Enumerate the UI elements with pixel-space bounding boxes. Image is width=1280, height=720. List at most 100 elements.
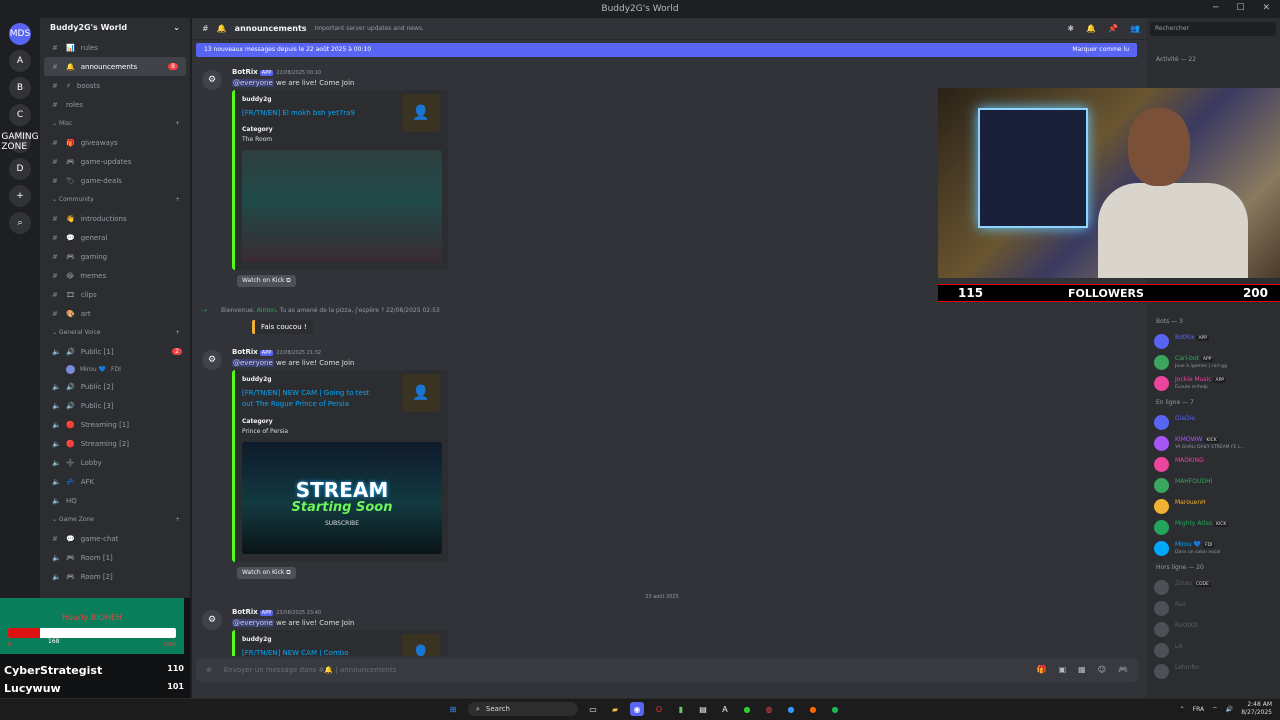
sticker-icon[interactable]: ▦ <box>1078 665 1086 674</box>
voice-channel[interactable]: 🔈 🔴 Streaming [2] <box>40 434 190 453</box>
voice-channel[interactable]: 🔈 🔊 Public [1] 2 <box>40 342 190 361</box>
task-view-icon[interactable]: ▭ <box>586 702 600 716</box>
voice-channel[interactable]: 🔈 🔊 Public [3] <box>40 396 190 415</box>
server-icon[interactable]: D <box>9 158 31 180</box>
chevron-up-icon[interactable]: ⌃ <box>1180 706 1185 713</box>
voice-channel[interactable]: 🔈 🔴 Streaming [1] <box>40 415 190 434</box>
text-channel[interactable]: # 💬 game-chat <box>40 529 190 548</box>
embed-image[interactable] <box>242 150 442 262</box>
tray-lang[interactable]: FRA <box>1193 706 1204 713</box>
message-composer[interactable]: ⊕ Envoyer un message dans #🔔 | announcem… <box>196 658 1138 682</box>
text-channel[interactable]: # 💬 general <box>40 228 190 247</box>
add-channel-icon[interactable]: + <box>175 196 180 203</box>
member-row[interactable]: Carl-bot APP Joue à /games | carl.gg <box>1154 353 1278 373</box>
text-channel[interactable]: # 😂 memes <box>40 266 190 285</box>
bot-avatar[interactable]: ⚙ <box>202 610 222 630</box>
member-row[interactable]: MAHFOUDHI <box>1154 476 1278 496</box>
member-row[interactable]: Raz <box>1154 599 1278 619</box>
text-channel[interactable]: # ⚡ boosts <box>40 76 190 95</box>
member-row[interactable]: MADKING <box>1154 455 1278 475</box>
app-icon[interactable]: ● <box>740 702 754 716</box>
server-icon[interactable]: C <box>9 104 31 126</box>
watch-on-kick-button[interactable]: Watch on Kick ⧉ <box>237 567 296 579</box>
voice-channel[interactable]: 🔈 🔊 Public [2] <box>40 377 190 396</box>
voice-channel[interactable]: 🔈 🎮 Room [1] <box>40 548 190 567</box>
embed-author[interactable]: buddy2g <box>242 96 272 103</box>
watch-on-kick-button[interactable]: Watch on Kick ⧉ <box>237 275 296 287</box>
clock[interactable]: 2:48 AM 8/27/2025 <box>1241 701 1272 717</box>
taskbar-search[interactable]: ⌕ Search <box>468 702 578 716</box>
member-row[interactable]: MarouenH <box>1154 497 1278 517</box>
text-channel[interactable]: # 🔔 announcements 8 <box>44 57 186 76</box>
embed-title-link[interactable]: [FR/TN/EN] El mokh bsh yet7ra9 <box>242 108 372 119</box>
search-input[interactable]: Rechercher <box>1150 22 1276 36</box>
category-header[interactable]: ⌄ General Voice + <box>40 323 190 342</box>
embed-title-link[interactable]: [FR/TN/EN] NEW CAM | Combo Horror & <box>242 648 372 656</box>
app-icon[interactable]: ▤ <box>696 702 710 716</box>
text-channel[interactable]: # 🎞 clips <box>40 285 190 304</box>
add-channel-icon[interactable]: + <box>175 120 180 127</box>
message-input[interactable]: Envoyer un message dans #🔔 | announcemen… <box>224 666 396 674</box>
opera-icon[interactable]: O <box>652 702 666 716</box>
member-list-icon[interactable]: 👥 <box>1130 24 1140 33</box>
pin-icon[interactable]: 📌 <box>1108 24 1118 33</box>
app-icon[interactable]: ▮ <box>674 702 688 716</box>
file-explorer-icon[interactable]: ▰ <box>608 702 622 716</box>
server-icon[interactable]: MDS <box>9 23 31 45</box>
embed-author[interactable]: buddy2g <box>242 376 272 383</box>
mention[interactable]: @everyone <box>232 359 274 367</box>
message-author[interactable]: BotRix <box>232 68 258 76</box>
server-icon[interactable]: B <box>9 77 31 99</box>
bot-avatar[interactable]: ⚙ <box>202 350 222 370</box>
text-channel[interactable]: # 👋 introductions <box>40 209 190 228</box>
text-channel[interactable]: # roles <box>40 95 190 114</box>
category-header[interactable]: ⌄ Game Zone + <box>40 510 190 529</box>
gif-icon[interactable]: ▣ <box>1059 665 1067 674</box>
volume-icon[interactable]: 🔊 <box>1226 706 1233 713</box>
wifi-icon[interactable]: ⌔ <box>1212 705 1218 713</box>
minimize-button[interactable]: ─ <box>1213 3 1218 13</box>
message-author[interactable]: BotRix <box>232 348 258 356</box>
discord-app-icon[interactable]: ◉ <box>630 702 644 716</box>
wave-button[interactable]: Fais coucou ! <box>252 320 313 334</box>
embed-title-link[interactable]: [FR/TN/EN] NEW CAM | Going to test out T… <box>242 388 372 410</box>
category-header[interactable]: ⌄ Misc + <box>40 114 190 133</box>
mention[interactable]: @everyone <box>232 79 274 87</box>
member-row[interactable]: KIMOWW KICK YA GHALI DAILY STREAM FE L... <box>1154 434 1278 454</box>
voice-channel[interactable]: 🔈 💤 AFK <box>40 472 190 491</box>
server-icon[interactable]: A <box>9 50 31 72</box>
member-row[interactable]: Mighty Atlas KICK <box>1154 518 1278 538</box>
apps-icon[interactable]: 🎮 <box>1118 665 1128 674</box>
maximize-button[interactable]: ☐ <box>1236 3 1244 13</box>
text-channel[interactable]: # 🎁 giveaways <box>40 133 190 152</box>
message-author[interactable]: BotRix <box>232 608 258 616</box>
text-channel[interactable]: # 🎮 game-updates <box>40 152 190 171</box>
mark-read-button[interactable]: Marquer comme lu <box>1072 46 1129 54</box>
emoji-icon[interactable]: ☺ <box>1098 665 1106 674</box>
member-row[interactable]: RoOtKit <box>1154 620 1278 640</box>
notification-bell-icon[interactable]: 🔔 <box>1086 24 1096 33</box>
member-row[interactable]: GlaDie <box>1154 413 1278 433</box>
new-messages-banner[interactable]: 13 nouveaux messages depuis le 22 août 2… <box>196 43 1137 57</box>
gift-icon[interactable]: 🎁 <box>1037 665 1047 674</box>
threads-icon[interactable]: ✱ <box>1067 24 1074 33</box>
server-header[interactable]: Buddy2G's World ⌄ <box>40 18 190 38</box>
member-row[interactable]: Lehmbo <box>1154 662 1278 682</box>
server-icon[interactable]: + <box>9 185 31 207</box>
app-icon[interactable]: Ａ <box>718 702 732 716</box>
text-channel[interactable]: # 🎮 gaming <box>40 247 190 266</box>
member-row[interactable]: BotRix APP <box>1154 332 1278 352</box>
member-row[interactable]: LA <box>1154 641 1278 661</box>
category-header[interactable]: ⌄ Community + <box>40 190 190 209</box>
member-row[interactable]: Zinoo CODE <box>1154 578 1278 598</box>
member-row[interactable]: Mirou 💙 FDI Dans un salon vocal <box>1154 539 1278 559</box>
embed-author[interactable]: buddy2g <box>242 636 272 643</box>
voice-user[interactable]: Mirou 💙 FDI <box>40 361 190 377</box>
welcome-user[interactable]: Aimon <box>257 307 276 314</box>
bot-avatar[interactable]: ⚙ <box>202 70 222 90</box>
app-icon[interactable]: ● <box>784 702 798 716</box>
voice-channel[interactable]: 🔈 HQ <box>40 491 190 510</box>
voice-channel[interactable]: 🔈 🎮 Room [2] <box>40 567 190 586</box>
add-attachment-icon[interactable]: ⊕ <box>206 666 212 674</box>
server-icon[interactable]: GAMING ZONE <box>1 131 39 153</box>
